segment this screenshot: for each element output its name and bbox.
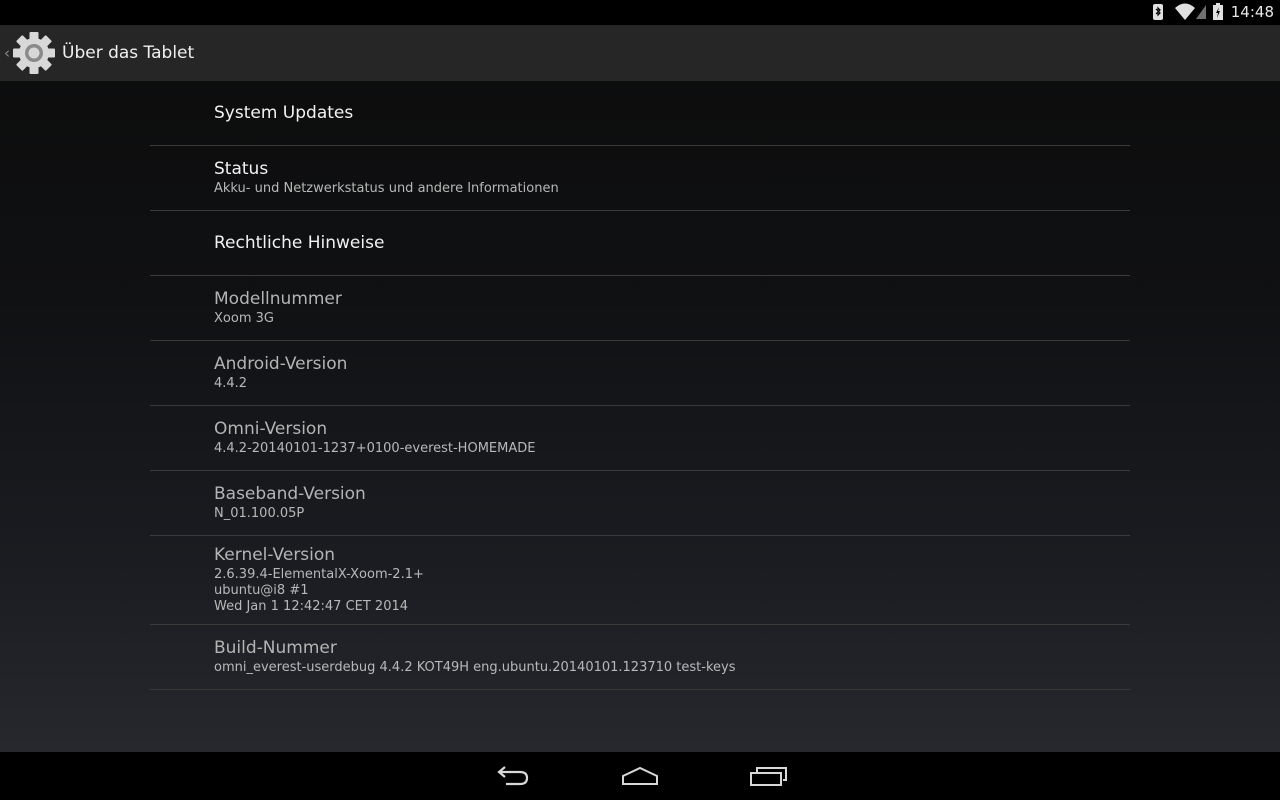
pref-baseband-version: Baseband-Version N_01.100.05P xyxy=(150,471,1130,536)
home-icon xyxy=(622,766,658,785)
pref-title: Omni-Version xyxy=(214,419,328,439)
pref-title: Status xyxy=(214,159,269,179)
pref-status[interactable]: Status Akku- und Netzwerkstatus und ande… xyxy=(150,146,1130,211)
clock: 14:48 xyxy=(1230,3,1274,21)
pref-summary: 2.6.39.4-ElementalX-Xoom-2.1+ ubuntu@i8 … xyxy=(214,567,424,614)
pref-title: Rechtliche Hinweise xyxy=(214,232,385,253)
up-button[interactable]: ‹ Über das Tablet xyxy=(0,25,194,81)
pref-summary: 4.4.2 xyxy=(214,376,248,391)
pref-summary: 4.4.2-20140101-1237+0100-everest-HOMEMAD… xyxy=(214,441,536,456)
pref-title: Kernel-Version xyxy=(214,545,336,565)
navigation-bar xyxy=(0,752,1280,800)
pref-title: Modellnummer xyxy=(214,289,342,309)
page-title: Über das Tablet xyxy=(62,43,195,63)
status-bar: 14:48 xyxy=(0,0,1280,25)
pref-title: Android-Version xyxy=(214,354,348,374)
pref-summary: omni_everest-userdebug 4.4.2 KOT49H eng.… xyxy=(214,660,736,675)
pref-kernel-version: Kernel-Version 2.6.39.4-ElementalX-Xoom-… xyxy=(150,536,1130,625)
settings-gear-icon xyxy=(13,32,55,74)
home-button[interactable] xyxy=(600,752,680,800)
pref-summary: Xoom 3G xyxy=(214,311,274,326)
pref-build-number[interactable]: Build-Nummer omni_everest-userdebug 4.4.… xyxy=(150,625,1130,690)
pref-title: Baseband-Version xyxy=(214,484,366,504)
screen: 14:48 ‹ Über das Tablet System Updates S… xyxy=(0,0,1280,800)
pref-omni-version: Omni-Version 4.4.2-20140101-1237+0100-ev… xyxy=(150,406,1130,471)
recents-icon xyxy=(750,767,787,786)
preference-list: System Updates Status Akku- und Netzwerk… xyxy=(150,81,1130,690)
pref-title: System Updates xyxy=(214,102,354,123)
cell-signal-icon xyxy=(1195,5,1206,19)
back-icon xyxy=(497,766,529,786)
back-button[interactable] xyxy=(472,752,552,800)
status-icons: 14:48 xyxy=(1151,0,1280,25)
pref-system-updates[interactable]: System Updates xyxy=(150,81,1130,146)
battery-icon xyxy=(1212,3,1223,20)
action-bar: ‹ Über das Tablet xyxy=(0,25,1280,81)
pref-model-number: Modellnummer Xoom 3G xyxy=(150,276,1130,341)
pref-summary: N_01.100.05P xyxy=(214,506,305,521)
pref-title: Build-Nummer xyxy=(214,638,337,658)
recents-button[interactable] xyxy=(728,752,808,800)
pref-android-version[interactable]: Android-Version 4.4.2 xyxy=(150,341,1130,406)
pref-legal-info[interactable]: Rechtliche Hinweise xyxy=(150,211,1130,276)
chevron-left-icon: ‹ xyxy=(4,44,10,62)
bluetooth-icon xyxy=(1152,4,1163,20)
pref-summary: Akku- und Netzwerkstatus und andere Info… xyxy=(214,181,559,196)
